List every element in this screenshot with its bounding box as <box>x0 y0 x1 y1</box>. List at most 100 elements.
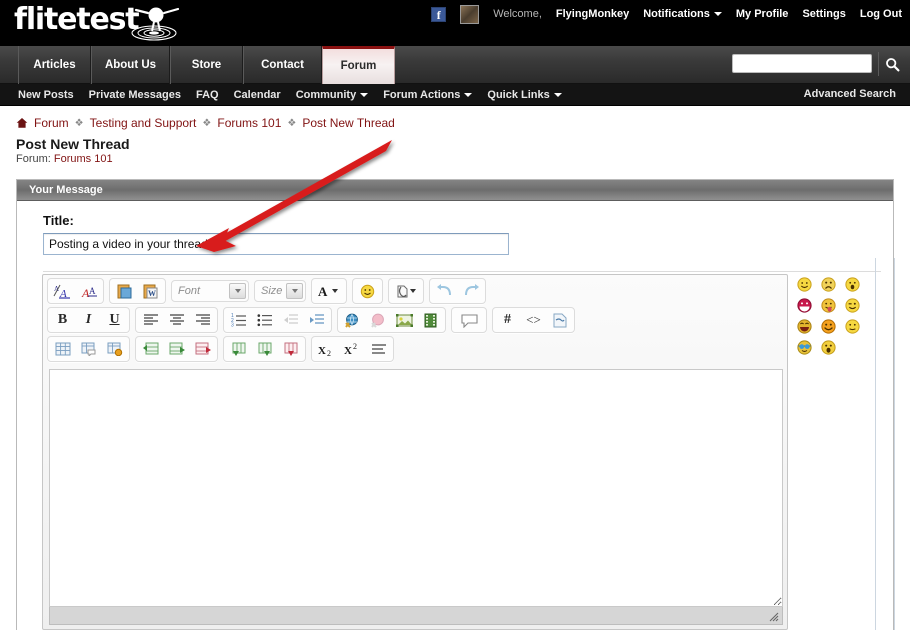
nav-notifications[interactable]: Notifications <box>643 8 722 20</box>
align-left-icon[interactable] <box>138 309 163 331</box>
insert-image-icon[interactable] <box>392 309 417 331</box>
insert-hash-icon[interactable]: # <box>495 309 520 331</box>
bold-icon[interactable]: B <box>50 309 75 331</box>
toolbar-row-2: B I U 123 # <> <box>43 304 787 333</box>
advanced-search-link[interactable]: Advanced Search <box>804 88 896 100</box>
laugh-smiley[interactable] <box>797 319 812 334</box>
remove-formatting-icon[interactable]: AA <box>50 280 75 302</box>
nav-settings[interactable]: Settings <box>802 8 845 20</box>
nav-my-profile[interactable]: My Profile <box>736 8 789 20</box>
align-right-icon[interactable] <box>190 309 215 331</box>
breadcrumb-testing-and-support[interactable]: Testing and Support <box>90 116 197 130</box>
breadcrumb-post-new-thread[interactable]: Post New Thread <box>302 116 395 130</box>
italic-icon[interactable]: I <box>76 309 101 331</box>
svg-text:X: X <box>318 345 326 357</box>
insert-table-icon[interactable] <box>50 338 75 360</box>
insert-column-before-icon[interactable] <box>226 338 251 360</box>
frown-smiley[interactable] <box>821 277 836 292</box>
username-link[interactable]: FlyingMonkey <box>556 8 629 20</box>
justify-icon[interactable] <box>366 338 391 360</box>
quote-icon[interactable] <box>454 309 484 331</box>
chevron-down-icon <box>360 92 369 97</box>
unlink-icon[interactable] <box>366 309 391 331</box>
subnav-community[interactable]: Community <box>296 89 369 101</box>
toolbar-row-3: X2 X2 <box>43 333 787 362</box>
insert-row-before-icon[interactable] <box>138 338 163 360</box>
neutral-smiley[interactable] <box>845 319 860 334</box>
subnav-new-posts[interactable]: New Posts <box>18 89 74 101</box>
subnav-faq[interactable]: FAQ <box>196 89 219 101</box>
subnav-private-messages[interactable]: Private Messages <box>89 89 181 101</box>
page-subtitle-prefix: Forum: <box>16 153 51 165</box>
subnav-quick-links[interactable]: Quick Links <box>487 89 562 101</box>
subnav-forum-actions[interactable]: Forum Actions <box>383 89 473 101</box>
nav-log-out[interactable]: Log Out <box>860 8 902 20</box>
search-button[interactable] <box>878 52 906 76</box>
title-input[interactable] <box>43 233 509 255</box>
paste-icon[interactable] <box>112 280 137 302</box>
delete-row-icon[interactable] <box>190 338 215 360</box>
align-center-icon[interactable] <box>164 309 189 331</box>
unordered-list-icon[interactable] <box>252 309 277 331</box>
tab-store[interactable]: Store <box>170 46 243 84</box>
table-properties-icon[interactable] <box>76 338 101 360</box>
surprised-smiley[interactable] <box>845 277 860 292</box>
toolbar-group-align <box>135 307 218 333</box>
redo-icon[interactable] <box>458 280 483 302</box>
tab-contact[interactable]: Contact <box>243 46 322 84</box>
outdent-icon[interactable] <box>278 309 303 331</box>
subscript-icon[interactable]: X2 <box>314 338 339 360</box>
sub-nav: New Posts Private Messages FAQ Calendar … <box>0 84 910 106</box>
svg-text:2: 2 <box>353 342 357 351</box>
insert-row-after-icon[interactable] <box>164 338 189 360</box>
font-color-icon[interactable]: A <box>314 280 344 302</box>
indent-icon[interactable] <box>304 309 329 331</box>
svg-text:X: X <box>344 345 352 357</box>
svg-text:2: 2 <box>327 349 331 357</box>
breadcrumb-forum[interactable]: Forum <box>34 116 69 130</box>
source-code-icon[interactable]: <> <box>521 309 546 331</box>
home-icon[interactable] <box>16 117 28 129</box>
tab-about-us[interactable]: About Us <box>91 46 170 84</box>
switch-editor-mode-icon[interactable]: AA <box>76 280 101 302</box>
cool-sunglasses-smiley[interactable] <box>797 340 812 355</box>
resize-grip-icon[interactable] <box>767 610 779 622</box>
facebook-icon[interactable]: f <box>431 6 447 22</box>
chevron-down-icon <box>286 283 303 299</box>
superscript-icon[interactable]: X2 <box>340 338 365 360</box>
insert-column-after-icon[interactable] <box>252 338 277 360</box>
ordered-list-icon[interactable]: 123 <box>226 309 251 331</box>
shocked-smiley[interactable] <box>821 340 836 355</box>
breadcrumb-forums-101[interactable]: Forums 101 <box>217 116 281 130</box>
tongue-smiley[interactable] <box>821 298 836 313</box>
insert-link-icon[interactable] <box>340 309 365 331</box>
paste-from-word-icon[interactable]: W <box>138 280 163 302</box>
message-body-textarea[interactable] <box>49 369 783 607</box>
toolbar-group-color: A <box>311 278 347 304</box>
insert-video-icon[interactable] <box>418 309 443 331</box>
tab-forum[interactable]: Forum <box>322 46 395 84</box>
site-logo[interactable]: flitetest <box>14 2 140 37</box>
attachment-icon[interactable] <box>391 280 421 302</box>
delete-table-icon[interactable] <box>102 338 127 360</box>
undo-icon[interactable] <box>432 280 457 302</box>
size-select[interactable]: Size <box>254 280 306 302</box>
happy-smiley[interactable] <box>821 319 836 334</box>
toolbar-group-format: AA AA <box>47 278 104 304</box>
wink-smiley[interactable] <box>845 298 860 313</box>
smilies-icon[interactable] <box>355 280 380 302</box>
tab-articles[interactable]: Articles <box>18 46 91 84</box>
page-subtitle-forum: Forums 101 <box>53 153 113 165</box>
html-icon[interactable] <box>547 309 572 331</box>
underline-icon[interactable]: U <box>102 309 127 331</box>
font-select[interactable]: Font <box>171 280 249 302</box>
toolbar-group-quote <box>451 307 487 333</box>
avatar[interactable] <box>460 4 480 24</box>
title-label: Title: <box>43 213 74 228</box>
delete-column-icon[interactable] <box>278 338 303 360</box>
search-input[interactable] <box>732 54 872 73</box>
subnav-calendar[interactable]: Calendar <box>234 89 281 101</box>
big-grin-smiley[interactable] <box>797 298 812 313</box>
smile-smiley[interactable] <box>797 277 812 292</box>
toolbar-group-basic-style: B I U <box>47 307 130 333</box>
